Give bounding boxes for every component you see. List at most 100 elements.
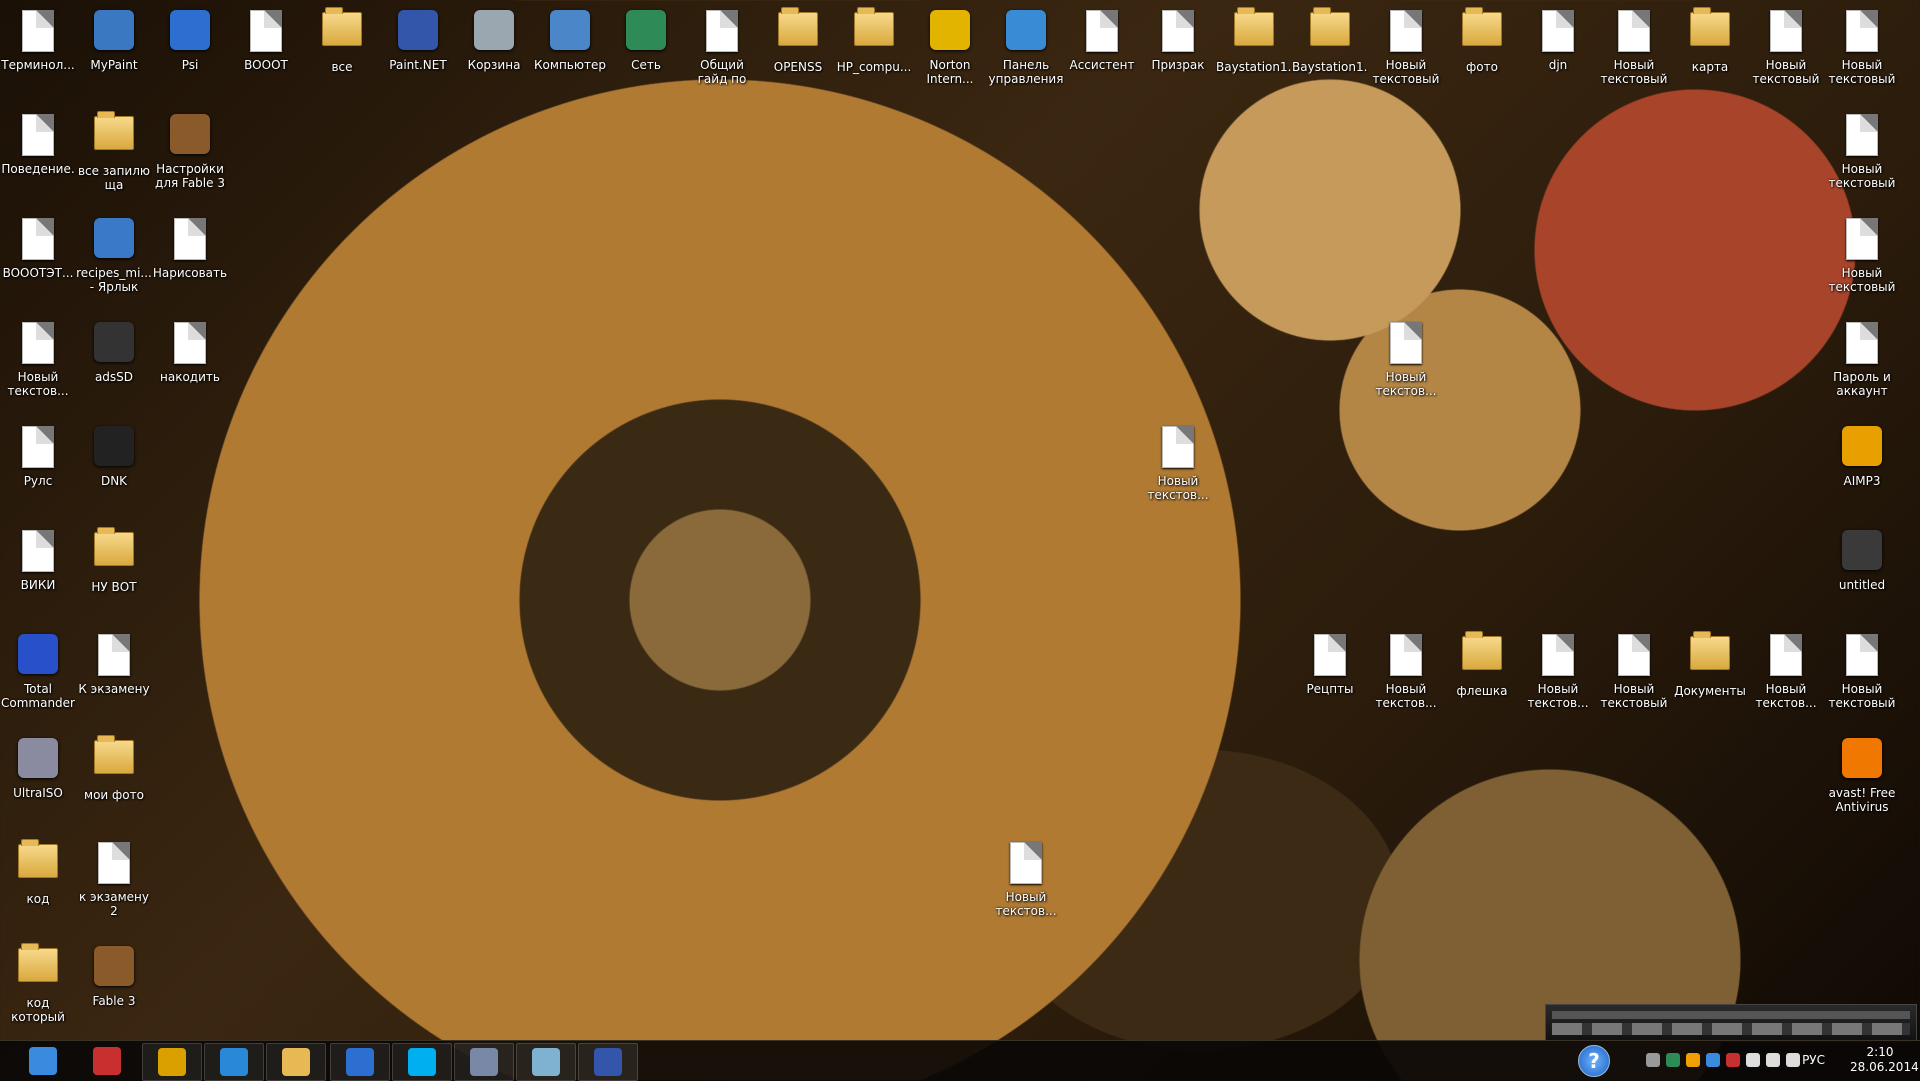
taskbar-color-app-button[interactable] [78,1043,136,1079]
desktop-icon-label: Рулс [23,474,53,488]
desktop-icon[interactable]: Новый текстов... [1140,420,1216,520]
desktop-icon[interactable]: BOOOT [228,4,304,104]
desktop-icon[interactable]: UltraISO [0,732,76,832]
tray-app-icon[interactable] [1686,1053,1700,1067]
desktop-icon[interactable]: Компьютер [532,4,608,104]
desktop-icon[interactable]: untitled [1824,524,1900,624]
desktop-icon[interactable]: HP_compu... [836,4,912,104]
desktop-icon[interactable]: Новый текстовый ... [1596,628,1672,728]
help-icon[interactable]: ? [1578,1045,1610,1077]
taskbar-paint-net-button[interactable] [578,1043,638,1081]
desktop-icon[interactable]: Корзина [456,4,532,104]
desktop-icon[interactable]: djn [1520,4,1596,104]
taskbar-chrome-button[interactable] [142,1043,202,1081]
desktop-icon-label: Пароль и аккаунт [1833,370,1891,398]
desktop-icon[interactable]: ВИКИ [0,524,76,624]
desktop-icon[interactable]: Панель управления [988,4,1064,104]
folder-icon [92,111,136,160]
desktop-icon[interactable]: OPENSS [760,4,836,104]
desktop-icon[interactable]: Fable 3 [76,940,152,1040]
desktop-icon[interactable]: Терминол... [0,4,76,104]
tray-app-icon[interactable] [1706,1053,1720,1067]
desktop-icon[interactable]: Поведение. [0,108,76,208]
desktop-icon[interactable]: флешка [1444,628,1520,728]
desktop-icon[interactable]: К экзамену [76,628,152,728]
desktop-icon[interactable]: Новый текстовый ... [1824,4,1900,104]
desktop-icon[interactable]: Сеть [608,4,684,104]
desktop-icon-label: Панель управления [988,58,1064,86]
desktop-icon[interactable]: Новый текстовый ... [1368,4,1444,104]
network-icon[interactable] [1746,1053,1760,1067]
desktop-icon[interactable]: DNK [76,420,152,520]
taskbar-psi-button[interactable] [330,1043,390,1081]
desktop-icon[interactable]: Baystation1... [1216,4,1292,104]
desktop-icon[interactable]: Новый текстов... [1520,628,1596,728]
player-controls[interactable] [1552,1023,1910,1035]
desktop-icon[interactable]: BOOOTЭТ... [0,212,76,312]
clock[interactable]: 2:10 28.06.2014 [1850,1045,1919,1075]
desktop-icon[interactable]: Пароль и аккаунт [1824,316,1900,416]
desktop-icon[interactable]: adsSD [76,316,152,416]
desktop-icon[interactable]: НУ ВОТ [76,524,152,624]
desktop-icon[interactable]: Новый текстовый ... [1748,4,1824,104]
desktop-icon[interactable]: Новый текстовый ... [1824,212,1900,312]
flag-icon[interactable] [1766,1053,1780,1067]
desktop-icon[interactable]: avast! Free Antivirus [1824,732,1900,832]
desktop-icon[interactable]: Psi [152,4,228,104]
desktop-icon[interactable]: Новый текстовый ... [1824,108,1900,208]
desktop-icon[interactable]: фото [1444,4,1520,104]
desktop-icon[interactable]: все запилю ща [76,108,152,208]
desktop-icon[interactable]: Призрак [1140,4,1216,104]
desktop-icon[interactable]: recipes_mi... - Ярлык [76,212,152,312]
player-seek-bar[interactable] [1552,1011,1910,1019]
tray-app-icon[interactable] [1666,1053,1680,1067]
desktop-icon[interactable]: мои фото [76,732,152,832]
taskbar-start-rocket-button[interactable] [14,1043,72,1079]
desktop-icon[interactable]: Новый текстов... [988,836,1064,936]
paint-net-icon [594,1048,622,1076]
desktop-icon[interactable]: накодить [152,316,228,416]
desktop-icon[interactable]: код который нужно укр... [0,940,76,1040]
desktop-icon[interactable]: Общий гайд по гражда... [684,4,760,104]
desktop-icon-label: Новый текстов... [1147,474,1209,502]
internet-explorer-icon [220,1048,248,1076]
desktop-icon[interactable]: Рецпты [1292,628,1368,728]
desktop-icon[interactable]: код [0,836,76,936]
taskbar-recycle-button[interactable] [454,1043,514,1081]
desktop-icon[interactable]: все [304,4,380,104]
desktop-icon[interactable]: Norton Intern... [912,4,988,104]
desktop-icon[interactable]: Новый текстов... [1368,628,1444,728]
folder-icon [1460,631,1504,680]
desktop-icon[interactable]: MyPaint [76,4,152,104]
desktop-icon-label: OPENSS [773,60,823,74]
desktop-icon[interactable]: Новый текстов... [1368,316,1444,416]
desktop-icon[interactable]: Документы [1672,628,1748,728]
desktop-icon[interactable]: Новый текстовый ... [1596,4,1672,104]
desktop-icon-label: Новый текстов... [1755,682,1817,710]
media-player-mini[interactable] [1545,1004,1917,1042]
volume-icon[interactable] [1786,1053,1800,1067]
desktop-icon[interactable]: Total Commander [0,628,76,728]
desktop-icon[interactable]: AIMP3 [1824,420,1900,520]
taskbar-notes-button[interactable] [516,1043,576,1081]
desktop-icon[interactable]: Настройки для Fable 3 [152,108,228,208]
language-indicator[interactable]: РУС [1802,1053,1825,1067]
desktop-icon[interactable]: Рулс [0,420,76,520]
show-hidden-icons-icon[interactable] [1646,1053,1660,1067]
taskbar-skype-button[interactable] [392,1043,452,1081]
desktop-icon-label: Fable 3 [92,994,136,1008]
desktop-icon[interactable]: Paint.NET [380,4,456,104]
desktop-icon[interactable]: Новый текстов... [1748,628,1824,728]
tray-app-icon[interactable] [1726,1053,1740,1067]
desktop-icon[interactable]: Нарисовать [152,212,228,312]
app-icon [1840,530,1884,574]
desktop-icon[interactable]: карта [1672,4,1748,104]
desktop-icon[interactable]: Ассистент [1064,4,1140,104]
desktop-icon[interactable]: Новый текстов... [0,316,76,416]
desktop-icon[interactable]: Новый текстовый ... [1824,628,1900,728]
desktop-icon[interactable]: к экзамену 2 [76,836,152,936]
taskbar-explorer-button[interactable] [266,1043,326,1081]
taskbar-internet-explorer-button[interactable] [204,1043,264,1081]
desktop-icon-label: код который нужно укр... [11,996,65,1024]
desktop-icon[interactable]: Baystation1... [1292,4,1368,104]
